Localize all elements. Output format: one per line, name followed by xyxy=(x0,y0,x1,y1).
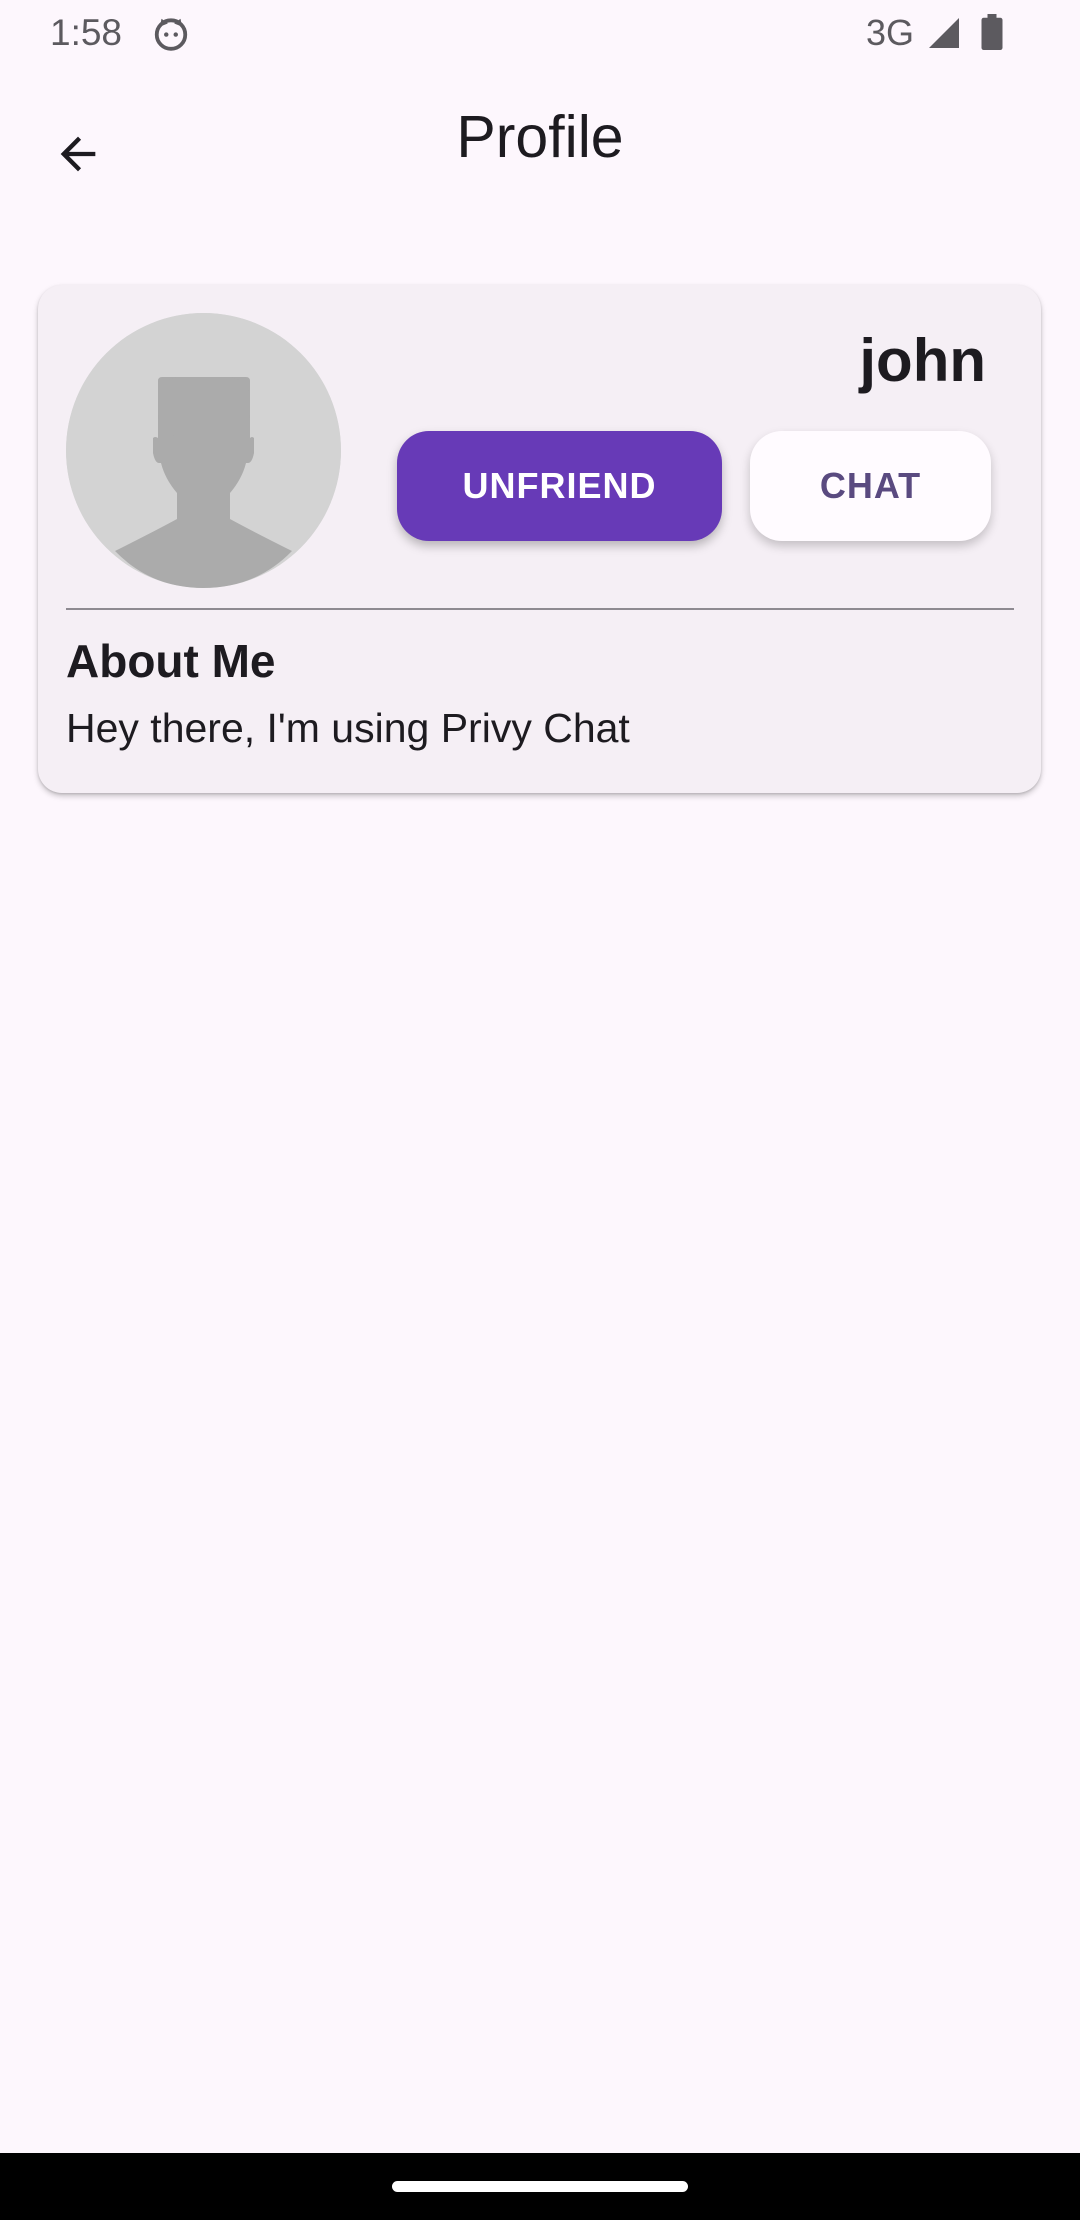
signal-icon xyxy=(929,18,959,48)
about-title: About Me xyxy=(66,635,276,687)
profile-card: john UNFRIEND CHAT About Me Hey there, I… xyxy=(38,285,1041,793)
default-person-icon xyxy=(66,313,341,588)
username: john xyxy=(859,327,986,394)
status-time: 1:58 xyxy=(50,12,123,53)
home-gesture-handle[interactable] xyxy=(392,2181,688,2192)
network-type: 3G xyxy=(866,12,915,53)
app-bar: Profile xyxy=(0,66,1080,220)
unfriend-button[interactable]: UNFRIEND xyxy=(397,431,722,541)
profile-screen: 1:58 3G Profile john UNFRIEND CHAT About… xyxy=(0,0,1080,2220)
divider xyxy=(66,608,1014,610)
navigation-bar xyxy=(0,2153,1080,2220)
about-text: Hey there, I'm using Privy Chat xyxy=(66,705,630,751)
page-title: Profile xyxy=(456,104,624,170)
avatar xyxy=(66,313,341,588)
cat-face-icon xyxy=(154,18,188,51)
chat-button[interactable]: CHAT xyxy=(750,431,991,541)
battery-icon xyxy=(981,14,1003,50)
status-bar: 1:58 3G xyxy=(0,0,1080,66)
